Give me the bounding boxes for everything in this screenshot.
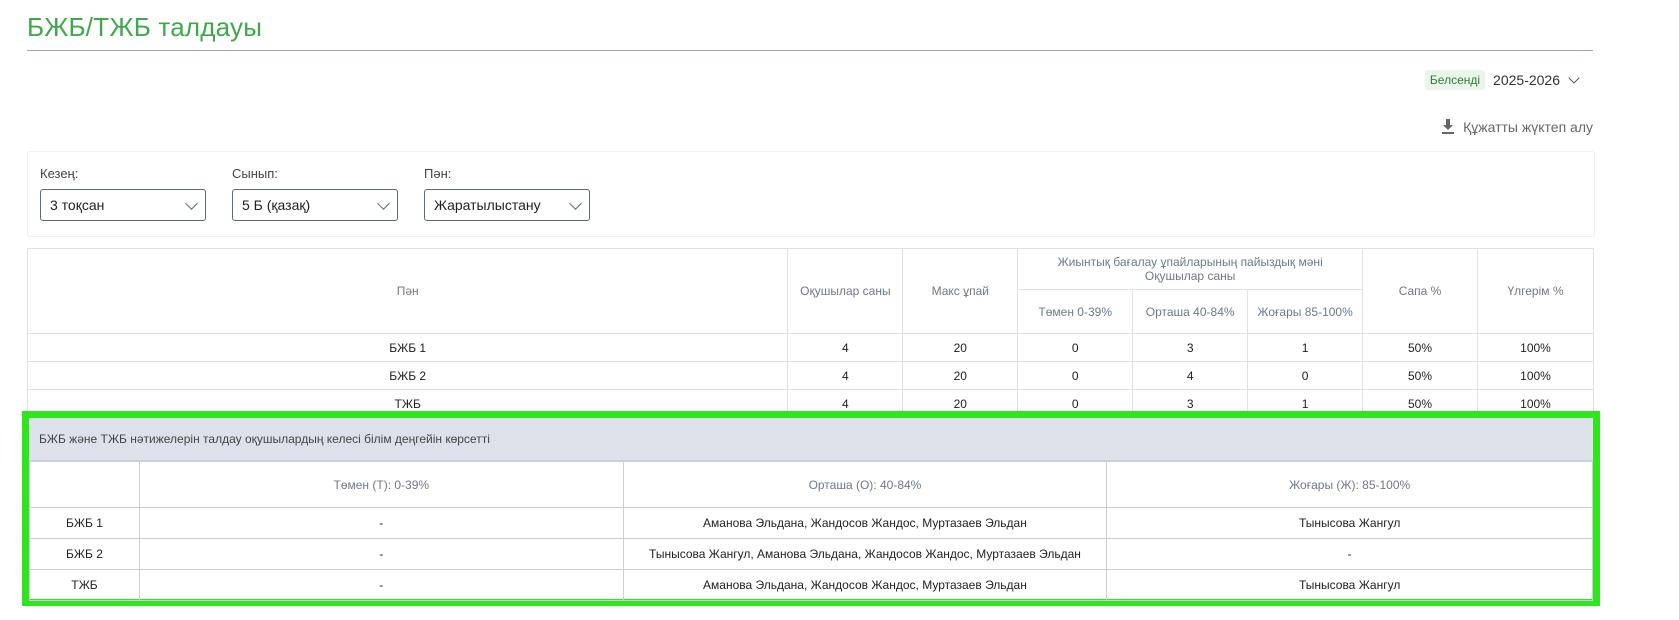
class-filter: Сынып: 5 Б (қазақ): [232, 166, 398, 221]
analysis-panel: БЖБ және ТЖБ нәтижелерін талдау оқушылар…: [22, 411, 1600, 606]
title-divider: [27, 50, 1593, 51]
subject-value: Жаратылыстану: [434, 197, 541, 213]
period-label: Кезең:: [40, 166, 79, 181]
cell-high: 0: [1247, 361, 1364, 390]
header-students: Оқушылар саны: [787, 248, 904, 334]
page-title: БЖБ/ТЖБ талдауы: [27, 12, 263, 42]
cell-mid: Тынысова Жангул, Аманова Эльдана, Жандос…: [622, 538, 1108, 570]
header-subject: Пән: [26, 248, 789, 334]
header-progress: Үлгерім %: [1476, 248, 1595, 334]
analysis-table: Төмен (Т): 0-39% Орташа (О): 40-84% Жоға…: [29, 461, 1593, 601]
cell-low: -: [138, 507, 624, 539]
period-value: 3 тоқсан: [50, 197, 105, 213]
cell-name: ТЖБ: [29, 569, 140, 601]
cell-low: 0: [1017, 361, 1134, 390]
header-low: Төмен 0-39%: [1017, 289, 1134, 334]
table-row: БЖБ 2 4 20 0 4 0 50% 100%: [26, 361, 1595, 390]
header-mid: Орташа 40-84%: [1132, 289, 1249, 334]
cell-mid: 3: [1132, 333, 1249, 362]
download-document-button[interactable]: Құжатты жүктеп алу: [1441, 119, 1593, 135]
chevron-down-icon: [377, 196, 390, 210]
year-selector[interactable]: Белсенді 2025-2026: [1424, 70, 1580, 90]
cell-students: 4: [787, 361, 904, 390]
chevron-down-icon: [185, 196, 198, 210]
cell-high: Тынысова Жангул: [1106, 569, 1593, 601]
header-quality: Сапа %: [1362, 248, 1478, 334]
header-group: Жиынтық бағалау ұпайларының пайыздық мән…: [1017, 248, 1364, 290]
cell-low: -: [138, 569, 624, 601]
analysis-header-high: Жоғары (Ж): 85-100%: [1106, 461, 1593, 508]
cell-students: 4: [787, 333, 904, 362]
class-select[interactable]: 5 Б (қазақ): [232, 189, 398, 221]
cell-high: Тынысова Жангул: [1106, 507, 1593, 539]
class-label: Сынып:: [232, 166, 278, 181]
class-value: 5 Б (қазақ): [242, 197, 311, 213]
header-max: Макс ұпай: [902, 248, 1019, 334]
cell-mid: Аманова Эльдана, Жандосов Жандос, Муртаз…: [622, 569, 1108, 601]
cell-name: БЖБ 2: [26, 361, 789, 390]
header-group-title: Жиынтық бағалау ұпайларының пайыздық мән…: [1057, 255, 1323, 269]
cell-progress: 100%: [1476, 333, 1595, 362]
table-row: ТЖБ - Аманова Эльдана, Жандосов Жандос, …: [29, 569, 1593, 601]
cell-max: 20: [902, 333, 1019, 362]
header-group-subtitle: Оқушылар саны: [1144, 269, 1236, 283]
cell-max: 20: [902, 361, 1019, 390]
analysis-heading: БЖБ және ТЖБ нәтижелерін талдау оқушылар…: [29, 418, 1593, 461]
cell-low: -: [138, 538, 624, 570]
cell-name: БЖБ 2: [29, 538, 140, 570]
filter-panel: Кезең: 3 тоқсан Сынып: 5 Б (қазақ) Пән: …: [27, 151, 1595, 237]
analysis-header-blank: [29, 461, 140, 508]
download-icon: [1441, 119, 1455, 135]
cell-name: БЖБ 1: [29, 507, 140, 539]
period-select[interactable]: 3 тоқсан: [40, 189, 206, 221]
table-row: БЖБ 1 4 20 0 3 1 50% 100%: [26, 333, 1595, 362]
cell-quality: 50%: [1362, 333, 1478, 362]
cell-progress: 100%: [1476, 361, 1595, 390]
cell-high: -: [1106, 538, 1593, 570]
chevron-down-icon: [1568, 72, 1580, 84]
cell-low: 0: [1017, 333, 1134, 362]
active-badge: Белсенді: [1424, 70, 1486, 90]
cell-high: 1: [1247, 333, 1364, 362]
summary-table: Пән Оқушылар саны Макс ұпай Жиынтық баға…: [26, 248, 1595, 418]
cell-quality: 50%: [1362, 361, 1478, 390]
subject-filter: Пән: Жаратылыстану: [424, 166, 590, 221]
download-label: Құжатты жүктеп алу: [1463, 119, 1593, 135]
year-dropdown[interactable]: 2025-2026: [1493, 72, 1580, 88]
analysis-header-mid: Орташа (О): 40-84%: [622, 461, 1108, 508]
header-high: Жоғары 85-100%: [1247, 289, 1364, 334]
subject-label: Пән:: [424, 166, 452, 181]
subject-select[interactable]: Жаратылыстану: [424, 189, 590, 221]
cell-mid: Аманова Эльдана, Жандосов Жандос, Муртаз…: [622, 507, 1108, 539]
table-row: БЖБ 1 - Аманова Эльдана, Жандосов Жандос…: [29, 507, 1593, 539]
period-filter: Кезең: 3 тоқсан: [40, 166, 206, 221]
year-value: 2025-2026: [1493, 72, 1560, 88]
table-row: БЖБ 2 - Тынысова Жангул, Аманова Эльдана…: [29, 538, 1593, 570]
chevron-down-icon: [569, 196, 582, 210]
analysis-header-low: Төмен (Т): 0-39%: [138, 461, 624, 508]
cell-name: БЖБ 1: [26, 333, 789, 362]
cell-mid: 4: [1132, 361, 1249, 390]
